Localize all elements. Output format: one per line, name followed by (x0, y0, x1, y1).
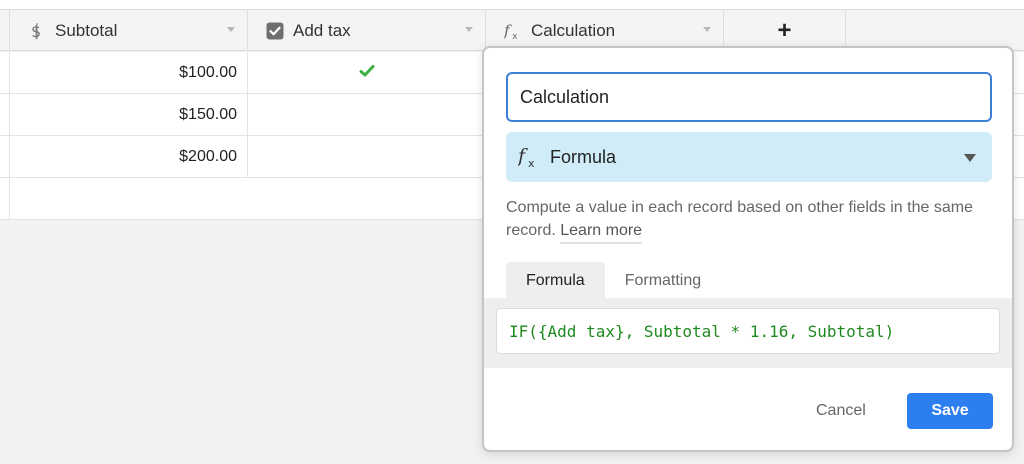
currency-icon: $ (28, 22, 46, 40)
row-gutter (0, 52, 10, 94)
column-header-subtotal[interactable]: $ Subtotal (10, 10, 248, 51)
grid-header: $ Subtotal Add tax fx Calculation + (0, 10, 1024, 51)
svg-text:f: f (518, 146, 528, 167)
field-editor-tabs: Formula Formatting (506, 262, 721, 300)
cell-add-tax[interactable] (248, 52, 486, 94)
tab-formula[interactable]: Formula (506, 262, 605, 300)
field-type-description: Compute a value in each record based on … (506, 196, 996, 244)
checkbox-icon (266, 22, 284, 40)
header-gutter (0, 10, 10, 51)
tab-formatting[interactable]: Formatting (605, 262, 721, 300)
cancel-button[interactable]: Cancel (816, 394, 866, 428)
field-type-label: Formula (550, 146, 617, 167)
formula-panel: IF({Add tax}, Subtotal * 1.16, Subtotal) (484, 298, 1012, 368)
svg-text:x: x (528, 157, 535, 168)
cell-subtotal[interactable]: $200.00 (10, 136, 248, 178)
cell-subtotal[interactable]: $150.00 (10, 94, 248, 136)
cell-subtotal[interactable]: $100.00 (10, 52, 248, 94)
formula-icon: fx (504, 21, 522, 41)
column-header-calculation[interactable]: fx Calculation (486, 10, 724, 51)
check-icon (359, 64, 375, 83)
add-column-button[interactable]: + (724, 10, 846, 51)
column-header-label: Subtotal (55, 20, 118, 40)
cell-add-tax[interactable] (248, 94, 486, 136)
formula-icon: fx (518, 146, 540, 168)
top-band (0, 0, 1024, 10)
column-header-label: Add tax (293, 20, 351, 40)
svg-text:x: x (512, 32, 518, 41)
field-type-select[interactable]: fx Formula (506, 132, 992, 182)
column-header-add-tax[interactable]: Add tax (248, 10, 486, 51)
learn-more-link[interactable]: Learn more (560, 222, 643, 244)
svg-text:f: f (504, 21, 512, 39)
chevron-down-icon[interactable] (964, 154, 976, 162)
formula-input[interactable]: IF({Add tax}, Subtotal * 1.16, Subtotal) (496, 308, 1000, 354)
cell-add-tax[interactable] (248, 136, 486, 178)
field-editor-popup: Calculation fx Formula Compute a value i… (482, 46, 1014, 452)
row-gutter (0, 136, 10, 178)
field-name-input[interactable]: Calculation (506, 72, 992, 122)
chevron-down-icon[interactable] (227, 27, 235, 32)
chevron-down-icon[interactable] (465, 27, 473, 32)
save-button[interactable]: Save (907, 393, 993, 429)
svg-text:$: $ (31, 22, 41, 40)
chevron-down-icon[interactable] (703, 27, 711, 32)
row-gutter (0, 94, 10, 136)
column-header-label: Calculation (531, 20, 616, 40)
row-gutter (0, 178, 10, 220)
